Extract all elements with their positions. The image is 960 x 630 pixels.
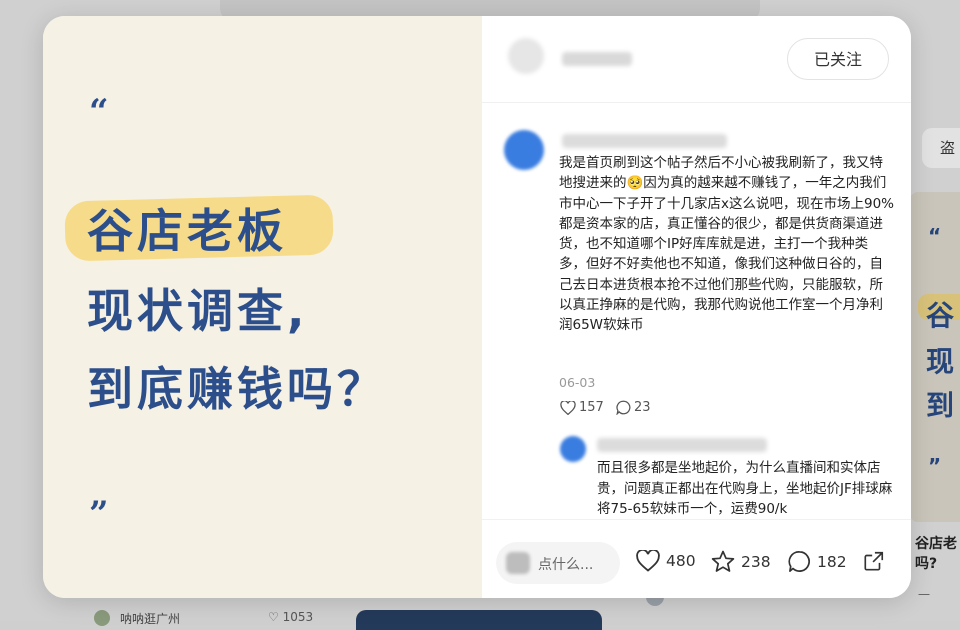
background-note-card[interactable]: “ 谷 现 到 ” xyxy=(910,192,960,522)
background-search-stub: 盗 xyxy=(922,128,960,168)
background-user-name: 呐呐逛广州 xyxy=(120,612,181,626)
reply-text: 而且很多都是坐地起价，为什么直播间和实体店贵，问题真正都出在代购身上，坐地起价J… xyxy=(597,460,893,517)
background-card-char: 谷 xyxy=(926,299,955,332)
author-name-blurred[interactable] xyxy=(562,52,632,66)
share-icon xyxy=(863,550,885,572)
collect-button[interactable]: 238 xyxy=(711,550,771,573)
note-cover-image: “ 谷店老板 现状调查, 到底赚钱吗？ ” xyxy=(43,16,482,598)
comment-input[interactable]: 点什么... xyxy=(496,542,620,584)
comment-date: 06-03 xyxy=(559,375,596,390)
reply-avatar[interactable] xyxy=(560,436,586,462)
open-quote-mark: “ xyxy=(89,92,109,132)
comment-reply-count: 23 xyxy=(634,400,651,415)
cover-title-line-2: 现状调查, xyxy=(87,284,309,338)
background-like-count: ♡ 1053 xyxy=(268,610,313,624)
my-avatar xyxy=(506,552,530,574)
like-count: 480 xyxy=(666,552,696,570)
background-user-avatar xyxy=(94,610,110,626)
background-card-char: 到 xyxy=(926,389,955,422)
close-quote-mark: ” xyxy=(89,494,109,534)
comment-like-button[interactable]: 157 xyxy=(560,400,604,415)
reply-name-blurred[interactable] xyxy=(597,438,767,452)
collect-count: 238 xyxy=(741,552,771,571)
star-icon xyxy=(711,550,735,573)
note-side-panel: 已关注 我是首页刷到这个帖子然后不小心被我刷新了，我又特地搜进来的🥺因为真的越来… xyxy=(482,16,911,598)
comment-text: 我是首页刷到这个帖子然后不小心被我刷新了，我又特地搜进来的🥺因为真的越来越不赚钱… xyxy=(559,155,894,334)
comment-button[interactable]: 182 xyxy=(788,550,847,573)
interaction-bar: 点什么... 480 238 182 xyxy=(482,519,911,598)
comment-count: 182 xyxy=(817,552,847,571)
background-like-value: 1053 xyxy=(282,610,314,624)
background-card-title[interactable]: 谷店老 吗? xyxy=(915,534,957,574)
comment-reply-button[interactable]: 23 xyxy=(616,400,651,415)
chat-bubble-icon xyxy=(616,400,631,415)
author-header: 已关注 xyxy=(482,16,911,103)
follow-button[interactable]: 已关注 xyxy=(787,38,889,80)
background-card-footer: 一 xyxy=(918,588,931,602)
heart-icon xyxy=(636,550,660,572)
author-avatar[interactable] xyxy=(508,38,544,74)
commenter-avatar[interactable] xyxy=(504,130,544,170)
share-button[interactable] xyxy=(863,550,885,572)
commenter-name-blurred[interactable] xyxy=(562,134,727,148)
background-card-title-line: 谷店老 xyxy=(915,536,957,552)
background-thumbnail[interactable] xyxy=(356,610,602,630)
cover-title-line-3: 到底赚钱吗？ xyxy=(87,362,387,416)
chat-bubble-icon xyxy=(788,550,811,573)
cover-title-line-1: 谷店老板 xyxy=(87,204,287,258)
like-button[interactable]: 480 xyxy=(636,550,696,572)
background-card-char: 现 xyxy=(926,345,955,378)
heart-icon: ♡ xyxy=(268,610,279,624)
background-card-title-line: 吗? xyxy=(915,556,938,572)
heart-icon xyxy=(560,400,576,415)
note-detail-modal: “ 谷店老板 现状调查, 到底赚钱吗？ ” 已关注 我是首页刷到这个帖子然后不小… xyxy=(43,16,911,598)
comment-like-count: 157 xyxy=(579,400,604,415)
background-quote-mark: “ xyxy=(928,224,942,248)
background-quote-mark: ” xyxy=(928,454,942,478)
comment-input-placeholder: 点什么... xyxy=(538,557,594,573)
